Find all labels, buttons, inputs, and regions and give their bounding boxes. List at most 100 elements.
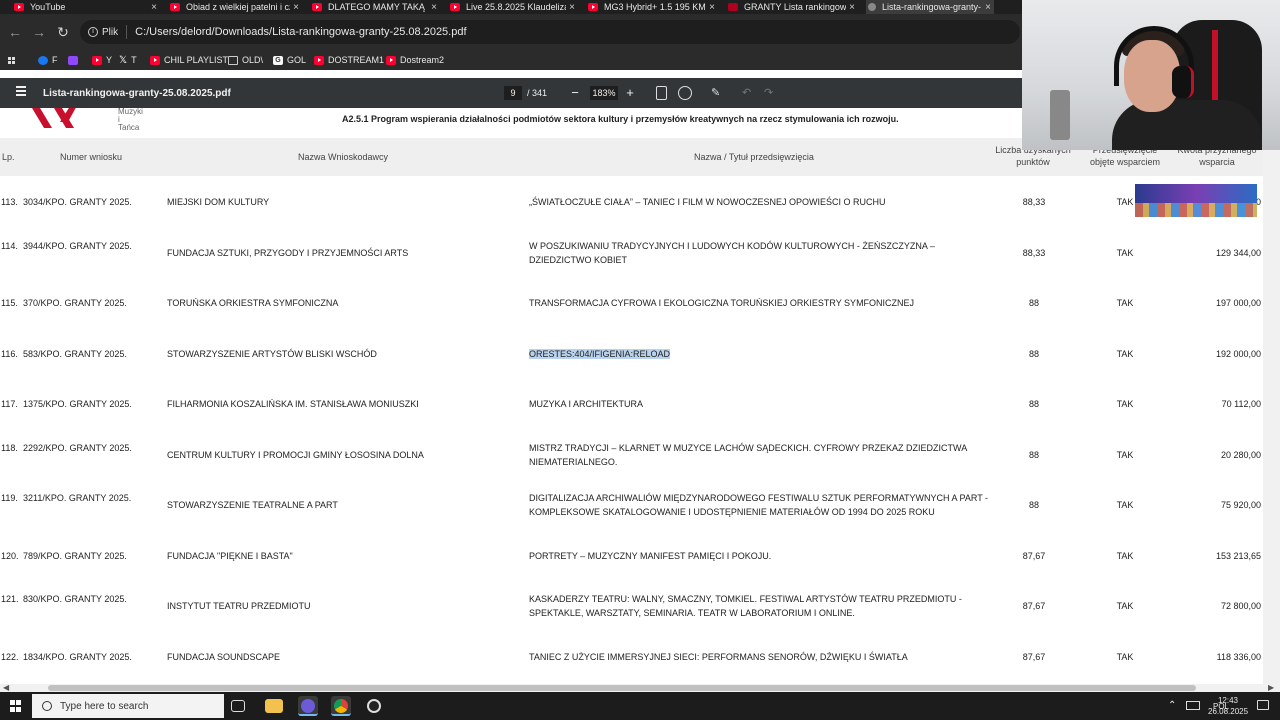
- app-icon[interactable]: [298, 696, 318, 716]
- forward-button[interactable]: →: [30, 23, 48, 41]
- cell-numer-wniosku: 370/KPO. GRANTY 2025.: [23, 298, 127, 308]
- bookmark-item[interactable]: [68, 54, 82, 66]
- cell-numer-wniosku: 3211/KPO. GRANTY 2025.: [23, 493, 132, 503]
- chrome-icon[interactable]: [331, 696, 351, 716]
- close-tab-icon[interactable]: ×: [566, 2, 578, 13]
- task-view-icon[interactable]: [231, 700, 245, 712]
- cell-objete-wsparciem: TAK: [1116, 601, 1134, 611]
- cell-punkty: 88: [1028, 349, 1039, 359]
- cell-lp: 115.: [1, 298, 18, 308]
- tray-chevron-icon[interactable]: ⌃: [1168, 700, 1176, 711]
- scroll-left-icon[interactable]: ◀: [3, 683, 9, 692]
- zoom-level-input[interactable]: 183%: [590, 86, 618, 100]
- browser-tab[interactable]: MG3 Hybrid+ 1.5 195 KM ×: [586, 0, 718, 14]
- browser-tab[interactable]: GRANTY Lista rankingow ×: [726, 0, 858, 14]
- redo-icon[interactable]: ↷: [764, 86, 778, 100]
- bookmark-item[interactable]: CHIL PLAYLIST: [150, 54, 228, 66]
- cell-nazwa-wnioskodawcy: CENTRUM KULTURY I PROMOCJI GMINY ŁOSOSIN…: [167, 450, 424, 460]
- cell-tytul-line1: DIGITALIZACJA ARCHIWALIÓW MIĘDZYNARODOWE…: [529, 493, 989, 503]
- obs-icon[interactable]: [364, 696, 384, 716]
- logo-text-line1: Muzyki: [118, 108, 143, 116]
- close-tab-icon[interactable]: ×: [982, 2, 994, 13]
- taskbar-search[interactable]: Type here to search: [32, 694, 224, 718]
- page-number-input[interactable]: 9: [504, 86, 522, 100]
- bookmark-item[interactable]: 𝕏T: [119, 54, 137, 66]
- table-row: 115. 370/KPO. GRANTY 2025. TORUŃSKA ORKIES…: [0, 288, 1263, 338]
- cell-numer-wniosku: 830/KPO. GRANTY 2025.: [23, 594, 127, 604]
- browser-tab[interactable]: Lista-rankingowa-granty- ×: [866, 0, 994, 14]
- logo-text-line2: i Tańca: [118, 115, 140, 132]
- cell-objete-wsparciem: TAK: [1116, 349, 1134, 359]
- browser-tab[interactable]: YouTube ×: [12, 0, 160, 14]
- clock-time: 12:43: [1217, 696, 1239, 705]
- streamer-body: [1112, 100, 1262, 150]
- horizontal-scroll-thumb[interactable]: [48, 685, 1196, 691]
- clock-date: 26.08.2025: [1208, 707, 1249, 716]
- notification-icon[interactable]: [1257, 700, 1269, 710]
- horizontal-scrollbar[interactable]: ◀ ▶: [0, 683, 1280, 692]
- zoom-in-button[interactable]: +: [622, 84, 638, 102]
- tab-title: Live 25.8.2025 Klaudeliza: [466, 2, 566, 12]
- folder-icon: [228, 55, 238, 65]
- cell-nazwa-wnioskodawcy: FUNDACJA "PIĘKNE I BASTA": [167, 551, 293, 561]
- cell-nazwa-wnioskodawcy: MIEJSKI DOM KULTURY: [167, 197, 270, 207]
- network-icon[interactable]: [1186, 701, 1200, 710]
- cell-punkty: 88: [1028, 500, 1039, 510]
- close-tab-icon[interactable]: ×: [290, 2, 302, 13]
- cell-kwota: 192 000,00: [1215, 349, 1261, 359]
- annotate-icon[interactable]: ✎: [711, 86, 725, 100]
- back-button[interactable]: ←: [6, 23, 24, 41]
- browser-tab[interactable]: DLATEGO MAMY TAKĄ D ×: [310, 0, 440, 14]
- bookmark-item[interactable]: Dostream2: [386, 54, 444, 66]
- fit-page-icon[interactable]: [656, 86, 667, 100]
- cell-nazwa-wnioskodawcy: TORUŃSKA ORKIESTRA SYMFONICZNA: [167, 298, 339, 308]
- zoom-out-button[interactable]: −: [567, 84, 583, 102]
- bookmark-item[interactable]: Y: [92, 54, 112, 66]
- bookmark-item[interactable]: F: [38, 54, 58, 66]
- reload-button[interactable]: ↻: [54, 23, 72, 41]
- apps-button[interactable]: [8, 54, 15, 66]
- cell-tytul-line1: ORESTES:404/IFIGENIA:RELOAD: [529, 349, 671, 359]
- table-row: 118. 2292/KPO. GRANTY 2025. CENTRUM KULTUR…: [0, 440, 1263, 490]
- cell-lp: 121.: [1, 594, 19, 604]
- rotate-icon[interactable]: [678, 86, 692, 100]
- browser-tab[interactable]: Live 25.8.2025 Klaudeliza ×: [448, 0, 578, 14]
- cell-tytul-line1: „ŚWIATŁOCZUŁE CIAŁA” – TANIEC I FILM W N…: [529, 197, 886, 207]
- pdf-filename: Lista-rankingowa-granty-25.08.2025.pdf: [43, 88, 231, 99]
- cell-lp: 117.: [1, 399, 18, 409]
- browser-tab[interactable]: Obiad z wielkiej patelni i cz ×: [168, 0, 302, 14]
- tab-title: DLATEGO MAMY TAKĄ D: [328, 2, 428, 12]
- bookmark-item[interactable]: OLD\: [228, 54, 263, 66]
- close-tab-icon[interactable]: ×: [846, 2, 858, 13]
- table-row: 117. 1375/KPO. GRANTY 2025. FILHARMONIA KO…: [0, 389, 1263, 439]
- menu-icon[interactable]: [16, 86, 26, 96]
- cell-numer-wniosku: 1375/KPO. GRANTY 2025.: [23, 399, 132, 409]
- bookmark-item[interactable]: G GOL: [273, 54, 306, 66]
- cell-numer-wniosku: 789/KPO. GRANTY 2025.: [23, 551, 127, 561]
- scroll-right-icon[interactable]: ▶: [1268, 683, 1274, 692]
- site-info-button[interactable]: i Plik: [88, 27, 118, 38]
- cell-nazwa-wnioskodawcy: FILHARMONIA KOSZALIŃSKA IM. STANISŁAWA M…: [167, 399, 419, 409]
- vertical-scrollbar[interactable]: [1263, 108, 1280, 684]
- bookmark-item[interactable]: DOSTREAM1: [314, 54, 384, 66]
- granty-site-icon: [728, 3, 738, 11]
- tab-title: YouTube: [30, 2, 66, 12]
- cell-tytul: „ŚWIATŁOCZUŁE CIAŁA” – TANIEC I FILM W N…: [529, 195, 989, 209]
- windows-taskbar: Type here to search ⌃ POL 12:43 26.08.20…: [0, 692, 1280, 720]
- logo-mark-icon: [32, 108, 76, 128]
- close-tab-icon[interactable]: ×: [428, 2, 440, 13]
- cell-tytul-line1: MUZYKA I ARCHITEKTURA: [529, 399, 644, 409]
- close-tab-icon[interactable]: ×: [706, 2, 718, 13]
- header-punkty-line2: punktów: [1016, 157, 1050, 167]
- start-button[interactable]: [10, 700, 22, 712]
- close-tab-icon[interactable]: ×: [148, 2, 160, 13]
- cell-tytul-line1: W POSZUKIWANIU TRADYCYJNYCH I LUDOWYCH K…: [529, 241, 935, 251]
- cell-numer-wniosku: 2292/KPO. GRANTY 2025.: [23, 443, 132, 453]
- clock[interactable]: 12:43 26.08.2025: [1208, 696, 1248, 716]
- address-bar[interactable]: i Plik C:/Users/delord/Downloads/Lista-r…: [80, 20, 1020, 44]
- undo-icon[interactable]: ↶: [742, 86, 756, 100]
- cell-kwota: 72 800,00: [1220, 601, 1261, 611]
- ad-banner[interactable]: [1135, 184, 1257, 217]
- tab-title: GRANTY Lista rankingow: [744, 2, 846, 12]
- file-explorer-icon[interactable]: [265, 699, 283, 713]
